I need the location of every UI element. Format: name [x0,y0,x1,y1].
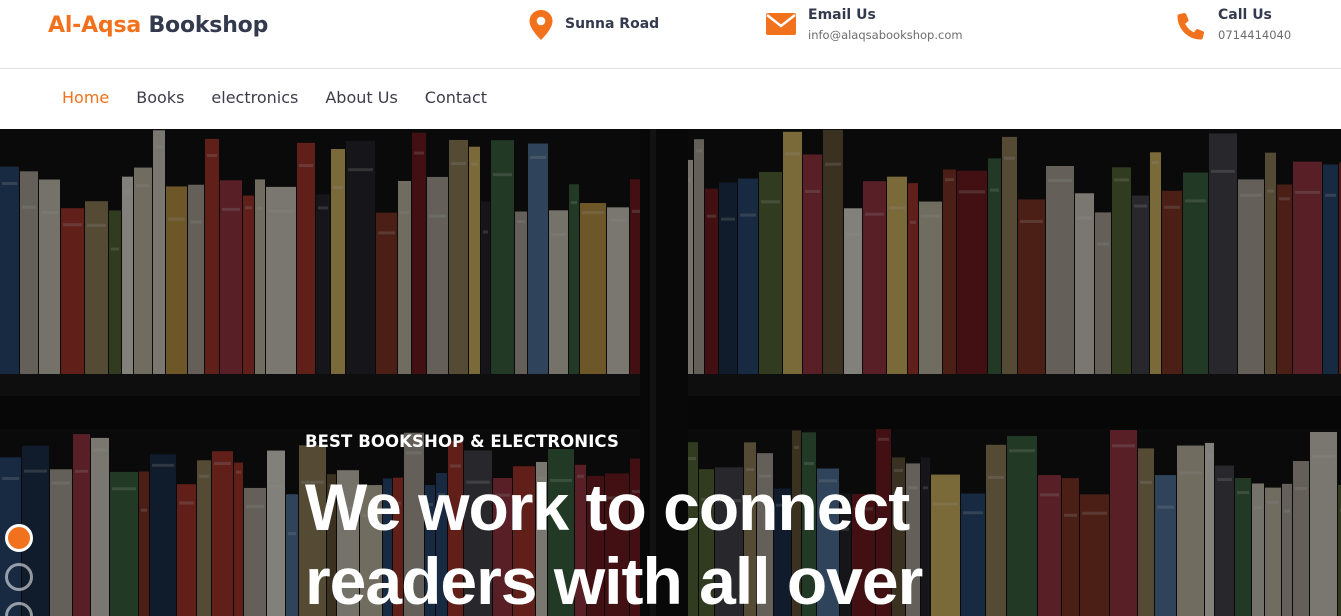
hero-slider: BEST BOOKSHOP & ELECTRONICS We work to c… [0,129,1341,616]
nav-item-contact[interactable]: Contact [425,88,487,107]
logo-part-1: Al-Aqsa [48,13,142,38]
nav-item-about[interactable]: About Us [325,88,397,107]
nav-item-home[interactable]: Home [62,88,109,107]
logo-part-2: Bookshop [148,13,269,38]
hero-headline-line-1: We work to connect [305,470,910,544]
phone-number[interactable]: 0714414040 [1218,26,1291,44]
site-logo[interactable]: Al-Aqsa Bookshop [48,13,268,38]
phone-icon [1176,10,1206,40]
slider-dot-2[interactable] [5,563,33,591]
hero-eyebrow: BEST BOOKSHOP & ELECTRONICS [305,432,619,451]
location-title: Sunna Road [565,16,660,32]
location-info: Sunna Road [526,10,659,40]
slider-pagination [5,524,33,616]
slider-dot-3[interactable] [5,602,33,616]
main-navigation: Home Books electronics About Us Contact [0,69,1341,129]
top-header: Al-Aqsa Bookshop Sunna Road Email Us inf… [0,0,1341,69]
hero-headline: We work to connect readers with all over [305,470,923,616]
slider-dot-1[interactable] [5,524,33,552]
email-address[interactable]: info@alaqsabookshop.com [808,26,963,44]
email-title: Email Us [808,7,876,23]
phone-title: Call Us [1218,7,1272,23]
nav-item-electronics[interactable]: electronics [211,88,298,107]
phone-info: Call Us 0714414040 [1176,6,1291,44]
hero-headline-line-2: readers with all over [305,544,923,616]
email-info: Email Us info@alaqsabookshop.com [766,6,963,44]
envelope-icon [766,9,796,39]
nav-item-books[interactable]: Books [136,88,184,107]
map-pin-icon [526,10,556,40]
